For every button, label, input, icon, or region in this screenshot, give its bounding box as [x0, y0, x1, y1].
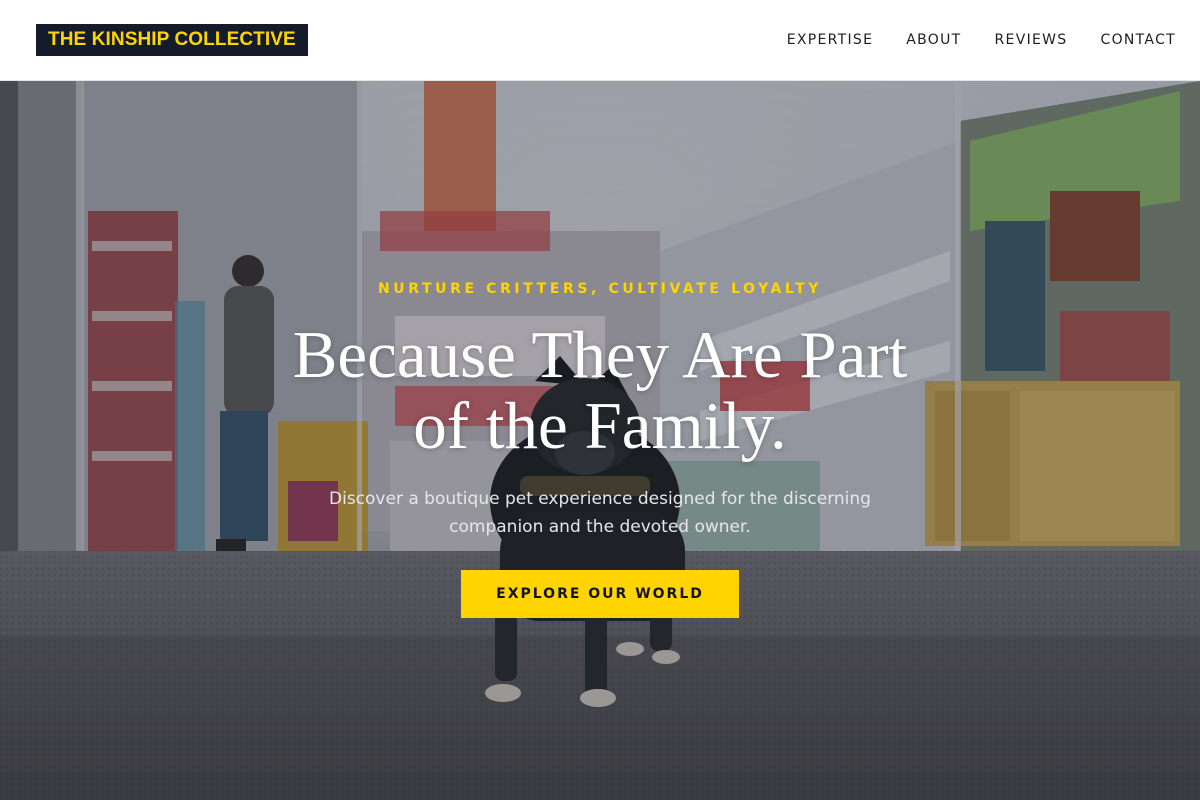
site-header: THE KINSHIP COLLECTIVE EXPERTISE ABOUT R…	[0, 0, 1200, 81]
explore-button[interactable]: EXPLORE OUR WORLD	[461, 570, 739, 618]
nav-link-expertise[interactable]: EXPERTISE	[787, 32, 874, 48]
nav-link-about[interactable]: ABOUT	[906, 32, 961, 48]
brand-logo[interactable]: THE KINSHIP COLLECTIVE	[36, 24, 308, 56]
main-nav: EXPERTISE ABOUT REVIEWS CONTACT	[787, 32, 1176, 48]
nav-link-reviews[interactable]: REVIEWS	[995, 32, 1068, 48]
hero-eyebrow: NURTURE CRITTERS, CULTIVATE LOYALTY	[377, 281, 823, 297]
hero-subtitle: Discover a boutique pet experience desig…	[329, 489, 871, 537]
hero-headline: Because They Are Part of the Family.	[292, 318, 908, 463]
hero-section: NURTURE CRITTERS, CULTIVATE LOYALTY Beca…	[0, 81, 1200, 800]
nav-link-contact[interactable]: CONTACT	[1101, 32, 1177, 48]
hero-content: NURTURE CRITTERS, CULTIVATE LOYALTY Beca…	[0, 81, 1200, 800]
